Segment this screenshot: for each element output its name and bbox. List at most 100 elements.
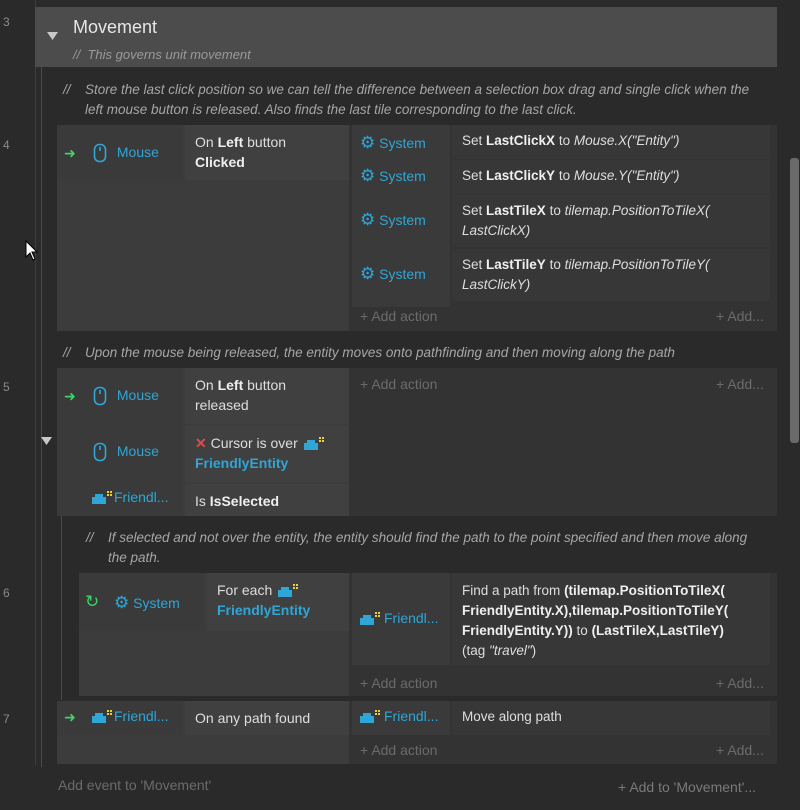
plus-icon: + [618, 779, 627, 795]
cond-bold: Clicked [195, 154, 245, 170]
group-comment-text: This governs unit movement [87, 47, 251, 62]
comment-marker: // [73, 47, 81, 62]
cond-word: On [195, 134, 214, 150]
add-action-button[interactable]: + Add action [360, 308, 437, 324]
comment-marker: // [86, 530, 94, 545]
line-number-7: 7 [3, 712, 10, 726]
condition-text[interactable]: For each FriendlyEntity [207, 573, 349, 631]
collapse-triangle-icon[interactable] [47, 32, 58, 40]
condition-object-label: Friendl... [114, 708, 169, 724]
line-number-6: 6 [3, 586, 10, 600]
group-title: Movement [73, 17, 158, 37]
action-text[interactable]: Move along path [452, 701, 770, 735]
action-word: to [576, 623, 588, 638]
action-object[interactable]: ⚙ System [360, 166, 426, 186]
condition-object[interactable]: Friendl... [90, 489, 168, 506]
action-text[interactable]: Set LastTileX to tilemap.PositionToTileX… [452, 195, 770, 247]
add-action-button[interactable]: + Add action [360, 742, 437, 758]
action-word: ) [531, 643, 537, 658]
condition-text[interactable]: On Left button released [185, 368, 349, 424]
action-expr: LastClickX) [462, 223, 531, 238]
condition-text[interactable]: On Left button Clicked [185, 125, 349, 180]
condition-object[interactable]: Mouse [93, 386, 159, 406]
plus-icon: + [360, 308, 369, 324]
condition-object[interactable]: Mouse [93, 143, 159, 163]
action-object[interactable]: Friendl... [358, 610, 438, 627]
add-action-label: Add action [371, 308, 438, 324]
cond-entity: FriendlyEntity [217, 602, 311, 618]
plus-icon: + [716, 675, 725, 691]
comment-row[interactable]: // Store the last click position so we c… [63, 80, 768, 120]
cond-word: For each [217, 582, 273, 598]
condition-object-label: System [133, 595, 180, 611]
condition-object[interactable]: ⚙ System [114, 593, 180, 613]
plus-icon: + [360, 376, 369, 392]
scrollbar-thumb[interactable] [790, 158, 799, 443]
comment-row[interactable]: // If selected and not over the entity, … [86, 528, 768, 568]
condition-text[interactable]: Is IsSelected [185, 484, 349, 516]
add-action-label: Add action [371, 376, 438, 392]
add-action-label: Add action [371, 675, 438, 691]
action-expr: "travel" [489, 643, 532, 658]
action-word: Set [462, 133, 483, 148]
condition-text[interactable]: ✕ Cursor is over FriendlyEntity [185, 426, 349, 482]
add-more-button[interactable]: + Add... [716, 742, 764, 758]
comment-row[interactable]: // Upon the mouse being released, the en… [63, 343, 768, 363]
add-action-button[interactable]: + Add action [360, 376, 437, 392]
cond-bold: Left [217, 377, 244, 393]
action-object[interactable]: ⚙ System [360, 264, 426, 284]
action-word: to [549, 203, 561, 218]
action-var: LastTileY [486, 257, 546, 272]
cond-word: Is [195, 493, 206, 509]
gear-icon: ⚙ [360, 264, 376, 283]
add-event-button[interactable]: Add event to 'Movement' [58, 777, 211, 793]
line-number-3: 3 [3, 15, 10, 29]
trigger-arrow-icon: ➜ [64, 709, 76, 725]
mouse-icon [93, 386, 107, 406]
condition-object-label: Friendl... [114, 489, 169, 505]
comment-text: Store the last click position so we can … [85, 82, 750, 117]
sprite-entity-icon [92, 491, 112, 505]
action-text[interactable]: Find a path from (tilemap.PositionToTile… [452, 573, 770, 665]
action-object-label: Friendl... [384, 708, 439, 724]
action-text[interactable]: Set LastClickY to Mouse.Y("Entity") [452, 160, 770, 194]
group-comment: // This governs unit movement [73, 47, 251, 62]
subevent-guide-line [61, 516, 62, 700]
mouse-cursor-icon [25, 240, 39, 261]
action-text[interactable]: Set LastClickX to Mouse.X("Entity") [452, 125, 770, 159]
sprite-entity-icon [303, 437, 324, 451]
action-text[interactable]: Set LastTileY to tilemap.PositionToTileY… [452, 249, 770, 301]
action-var: (LastTileX,LastTileY) [591, 623, 724, 638]
add-more-button[interactable]: + Add... [716, 308, 764, 324]
action-word: to [549, 257, 561, 272]
add-more-button[interactable]: + Add... [716, 675, 764, 691]
action-word: Set [462, 203, 483, 218]
trigger-arrow-icon: ➜ [64, 388, 76, 404]
action-var: FriendlyEntity.X),tilemap.PositionToTile… [462, 603, 729, 618]
sprite-entity-icon [360, 710, 380, 724]
condition-object[interactable]: Friendl... [90, 708, 168, 725]
action-object[interactable]: Friendl... [358, 708, 438, 725]
add-to-group-button[interactable]: + Add to 'Movement'... [618, 779, 756, 795]
plus-icon: + [360, 675, 369, 691]
action-word: Set [462, 257, 483, 272]
mouse-icon [93, 143, 107, 163]
action-expr: Mouse.X("Entity") [573, 133, 680, 148]
sprite-entity-icon [278, 584, 299, 598]
cond-bold: IsSelected [209, 493, 280, 509]
add-more-label: Add... [727, 742, 764, 758]
action-object[interactable]: ⚙ System [360, 210, 426, 230]
plus-icon: + [360, 742, 369, 758]
condition-object[interactable]: Mouse [93, 442, 159, 462]
line-number-5: 5 [3, 380, 10, 394]
comment-text: If selected and not over the entity, the… [108, 530, 748, 565]
action-object-label: System [379, 168, 426, 184]
condition-text[interactable]: On any path found [185, 701, 349, 735]
add-action-button[interactable]: + Add action [360, 675, 437, 691]
gear-icon: ⚙ [360, 133, 376, 152]
action-object[interactable]: ⚙ System [360, 133, 426, 153]
collapse-triangle-icon[interactable] [41, 437, 52, 445]
event-guide-line [41, 67, 42, 767]
action-word: to [558, 168, 571, 183]
add-more-button[interactable]: + Add... [716, 376, 764, 392]
